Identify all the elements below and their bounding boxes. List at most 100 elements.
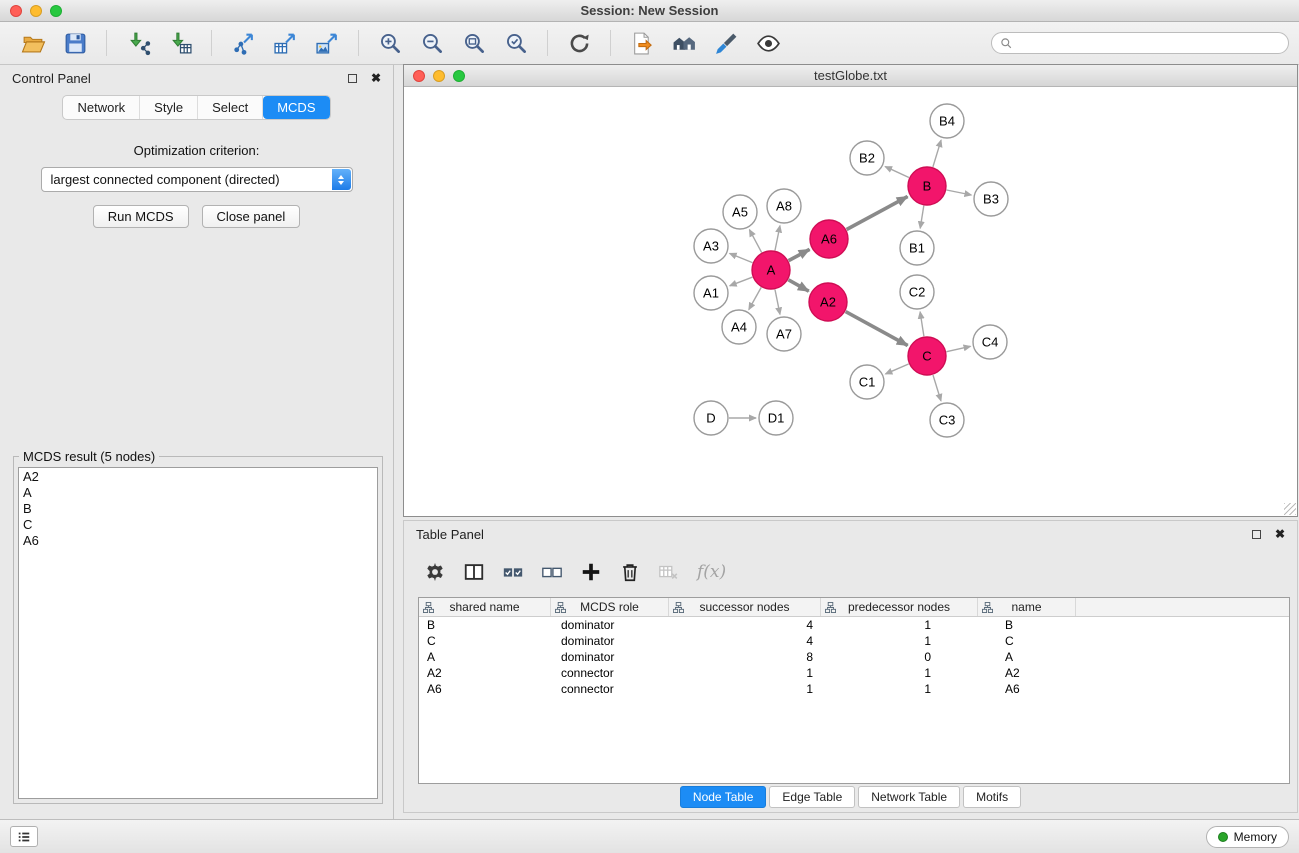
network-maximize-button[interactable] — [453, 70, 465, 82]
tab-style[interactable]: Style — [140, 96, 198, 119]
mcds-result-item[interactable]: A2 — [19, 469, 377, 485]
tab-network[interactable]: Network — [63, 96, 140, 119]
table-cell[interactable]: 1 — [669, 665, 821, 681]
graph-edge-A-A4[interactable] — [749, 287, 761, 309]
graph-edge-A-A7[interactable] — [775, 290, 780, 315]
close-window-button[interactable] — [10, 5, 22, 17]
table-row[interactable]: A2connector11A2 — [419, 665, 1289, 681]
table-cell[interactable]: B — [419, 617, 551, 633]
graph-edge-B-B2[interactable] — [885, 167, 909, 178]
graph-node-A4[interactable]: A4 — [722, 310, 756, 344]
zoom-fit-button[interactable] — [458, 27, 490, 59]
panels-menu-button[interactable] — [10, 826, 38, 847]
graph-node-B[interactable]: B — [908, 167, 946, 205]
export-network-button[interactable] — [227, 27, 259, 59]
mcds-result-item[interactable]: A — [19, 485, 377, 501]
save-session-button[interactable] — [59, 27, 91, 59]
refresh-view-button[interactable] — [563, 27, 595, 59]
mcds-result-item[interactable]: C — [19, 517, 377, 533]
fullscreen-window-button[interactable] — [50, 5, 62, 17]
tab-select[interactable]: Select — [198, 96, 263, 119]
graph-node-C4[interactable]: C4 — [973, 325, 1007, 359]
graph-node-B4[interactable]: B4 — [930, 104, 964, 138]
delete-column-button[interactable] — [619, 561, 641, 583]
table-cell[interactable]: A — [978, 649, 1076, 665]
graph-edge-C-C2[interactable] — [920, 312, 924, 336]
graph-node-A5[interactable]: A5 — [723, 195, 757, 229]
graph-edge-C-C1[interactable] — [885, 364, 908, 374]
table-row[interactable]: Adominator80A — [419, 649, 1289, 665]
table-cell[interactable]: B — [978, 617, 1076, 633]
apply-style-button[interactable] — [710, 27, 742, 59]
show-hide-graphics-button[interactable] — [752, 27, 784, 59]
memory-button[interactable]: Memory — [1206, 826, 1289, 848]
unselect-all-columns-button[interactable] — [541, 561, 563, 583]
graph-edge-A-A2[interactable] — [788, 280, 808, 291]
open-file-button[interactable] — [17, 27, 49, 59]
table-cell[interactable]: C — [978, 633, 1076, 649]
table-cell[interactable]: A2 — [978, 665, 1076, 681]
graph-edge-A-A5[interactable] — [749, 230, 761, 253]
create-column-button[interactable] — [580, 561, 602, 583]
graph-node-A3[interactable]: A3 — [694, 229, 728, 263]
minimize-window-button[interactable] — [30, 5, 42, 17]
mcds-result-item[interactable]: A6 — [19, 533, 377, 549]
graph-edge-A-A1[interactable] — [730, 277, 753, 286]
tab-network-table[interactable]: Network Table — [858, 786, 960, 808]
table-cell[interactable]: connector — [551, 681, 669, 697]
table-row[interactable]: Bdominator41B — [419, 617, 1289, 633]
float-panel-icon[interactable] — [348, 74, 357, 83]
graph-node-C2[interactable]: C2 — [900, 275, 934, 309]
table-cell[interactable]: 1 — [821, 633, 978, 649]
mcds-result-list[interactable]: A2ABCA6 — [18, 467, 378, 799]
window-titlebar[interactable]: Session: New Session — [0, 0, 1299, 22]
run-mcds-button[interactable]: Run MCDS — [93, 205, 189, 228]
tab-node-table[interactable]: Node Table — [680, 786, 767, 808]
graph-edge-C-C4[interactable] — [947, 346, 971, 351]
network-window-titlebar[interactable]: testGlobe.txt — [404, 65, 1297, 87]
table-cell[interactable]: C — [419, 633, 551, 649]
close-panel-button[interactable]: Close panel — [202, 205, 301, 228]
import-table-button[interactable] — [164, 27, 196, 59]
column-header-shared-name[interactable]: shared name — [419, 598, 551, 616]
close-panel-icon[interactable]: ✖ — [371, 72, 381, 84]
first-neighbors-button[interactable] — [626, 27, 658, 59]
table-cell[interactable]: 4 — [669, 633, 821, 649]
table-cell[interactable]: connector — [551, 665, 669, 681]
table-cell[interactable]: 1 — [669, 681, 821, 697]
zoom-in-button[interactable] — [374, 27, 406, 59]
graph-node-A7[interactable]: A7 — [767, 317, 801, 351]
graph-edge-A-A6[interactable] — [789, 249, 810, 260]
search-input[interactable] — [1018, 35, 1280, 51]
search-box[interactable] — [991, 32, 1289, 54]
table-settings-button[interactable] — [424, 561, 446, 583]
graph-node-D1[interactable]: D1 — [759, 401, 793, 435]
column-header-predecessor-nodes[interactable]: predecessor nodes — [821, 598, 978, 616]
tab-mcds[interactable]: MCDS — [263, 96, 329, 119]
table-cell[interactable]: 1 — [821, 617, 978, 633]
table-cell[interactable]: 1 — [821, 665, 978, 681]
zoom-selected-button[interactable] — [500, 27, 532, 59]
graph-node-C[interactable]: C — [908, 337, 946, 375]
graph-node-D[interactable]: D — [694, 401, 728, 435]
graph-node-A1[interactable]: A1 — [694, 276, 728, 310]
export-image-button[interactable] — [311, 27, 343, 59]
table-cell[interactable]: A2 — [419, 665, 551, 681]
close-table-panel-icon[interactable]: ✖ — [1275, 528, 1285, 540]
graph-edge-C-C3[interactable] — [933, 375, 941, 401]
graph-node-A[interactable]: A — [752, 251, 790, 289]
select-all-columns-button[interactable] — [502, 561, 524, 583]
table-cell[interactable]: dominator — [551, 649, 669, 665]
table-cell[interactable]: A6 — [419, 681, 551, 697]
table-row[interactable]: Cdominator41C — [419, 633, 1289, 649]
graph-edge-B-B1[interactable] — [920, 206, 924, 229]
graph-edge-A-A3[interactable] — [730, 253, 753, 262]
column-header-successor-nodes[interactable]: successor nodes — [669, 598, 821, 616]
column-header-name[interactable]: name — [978, 598, 1076, 616]
table-cell[interactable]: 1 — [821, 681, 978, 697]
graph-edge-A2-C[interactable] — [846, 312, 908, 346]
graph-node-A2[interactable]: A2 — [809, 283, 847, 321]
graph-edge-B-B4[interactable] — [933, 140, 941, 167]
function-builder-button[interactable]: f(x) — [697, 562, 726, 582]
graph-node-C1[interactable]: C1 — [850, 365, 884, 399]
